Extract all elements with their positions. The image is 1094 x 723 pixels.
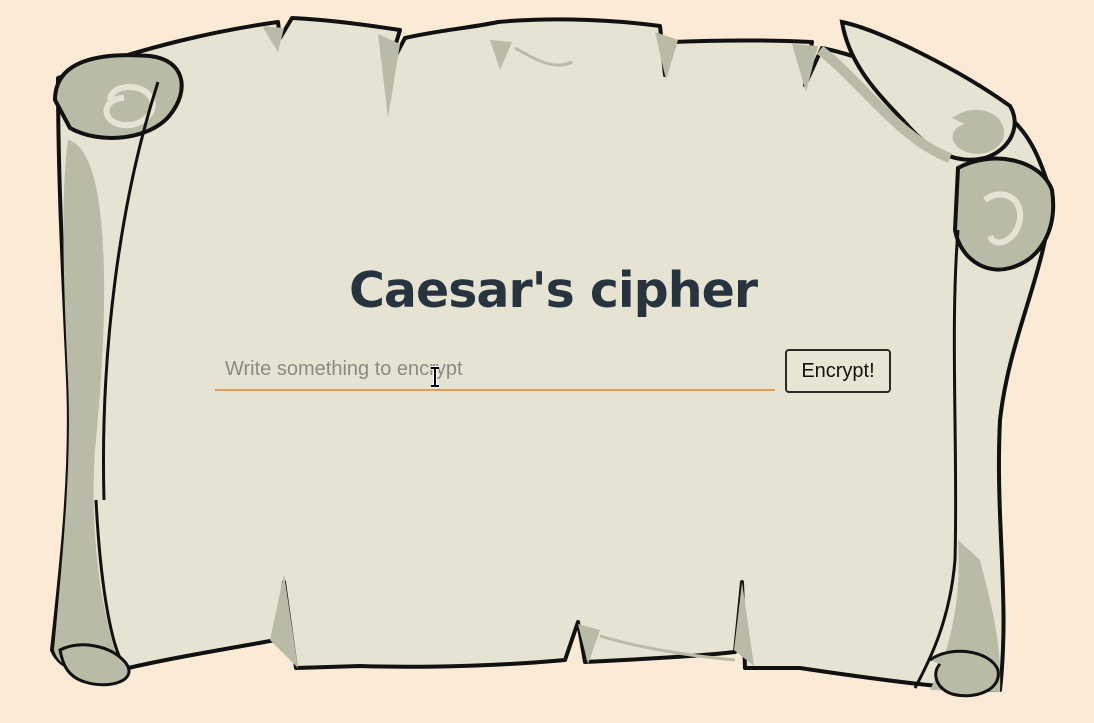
- main-content: Caesar's cipher Encrypt!: [0, 0, 1094, 723]
- page-title: Caesar's cipher: [348, 262, 758, 319]
- text-cursor-icon: [431, 366, 439, 388]
- encrypt-form: Encrypt!: [215, 349, 891, 393]
- encrypt-button[interactable]: Encrypt!: [785, 349, 891, 393]
- app-root: Caesar's cipher Encrypt!: [0, 0, 1094, 723]
- encrypt-text-input[interactable]: [215, 349, 775, 391]
